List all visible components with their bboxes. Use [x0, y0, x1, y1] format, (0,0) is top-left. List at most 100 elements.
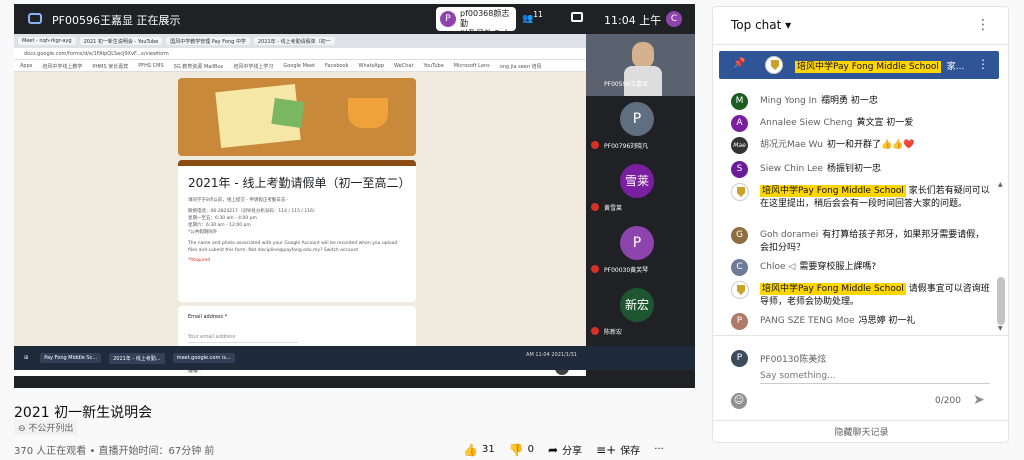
scroll-down-icon[interactable]: ▼	[998, 325, 1003, 332]
present-screen-icon	[28, 13, 42, 24]
video-actions: 👍 31 👎 0 ➦ 分享 ≡+ 保存 ···	[463, 442, 664, 458]
coffee-cup-graphic	[348, 98, 388, 128]
chat-author: Siew Chin Lee	[760, 164, 823, 174]
send-icon[interactable]: ➤	[973, 392, 985, 408]
avatar: P	[440, 11, 456, 27]
chat-message[interactable]: S Siew Chin Lee 杨振钊初一忠	[731, 161, 993, 178]
chat-text: 黄文宣 初一爱	[856, 118, 914, 128]
taskbar-tray: AM 11:04 2021/1/31	[526, 352, 577, 358]
chat-input-area: P PF00130陈美炫 ☺ 0/200 ➤ 隐藏聊天记录	[713, 335, 1008, 442]
playlist-add-icon: ≡+	[596, 442, 617, 457]
windows-start-icon: ⊞	[24, 355, 29, 361]
video-title: 2021 初一新生说明会	[14, 405, 153, 421]
browser-tab: Meet - nqh-rkgr-ayg	[18, 37, 76, 45]
more-button[interactable]: ···	[654, 444, 664, 455]
chat-message[interactable]: G Goh doramei 有打算给孩子邦牙，如果邦牙需要请假，会扣分吗？	[731, 227, 993, 255]
form-holiday-note: *公共假期除外	[188, 230, 218, 235]
bookmark: WhatsApp	[358, 63, 385, 69]
chat-icon[interactable]	[571, 12, 583, 22]
chat-text: 需要穿校服上課嗎?	[799, 262, 877, 272]
owner-author-tag: 培风中学Pay Fong Middle School	[760, 283, 906, 295]
video-player[interactable]: PF00596王嘉显 正在展示 P pf00368颜志勤 以及另外 3 人 👥1…	[14, 4, 695, 388]
form-hours-weekday: 星期一至五：6:30 am - 4:00 pm	[188, 216, 257, 221]
like-button[interactable]: 👍 31	[463, 443, 495, 457]
form-hours-saturday: 星期六：6:30 am - 12:00 pm	[188, 223, 251, 228]
chat-message[interactable]: C Chloe ◁ 需要穿校服上課嗎?	[731, 259, 993, 276]
chat-input[interactable]	[760, 368, 990, 384]
form-contact: 联络电话：06-2824217（训导处分机号码：114 / 115 / 116）	[188, 209, 318, 214]
people-icon[interactable]: 👥11	[522, 10, 543, 24]
participant-name: 陈新宏	[604, 329, 623, 336]
form-title: 2021年 - 线上考勤请假单（初一至高二）	[188, 176, 411, 190]
avatar: M	[731, 93, 748, 110]
pinned-message[interactable]: 📌 培风中学Pay Fong Middle School 家... ⋮	[719, 51, 999, 79]
emoji-icon[interactable]: ☺	[731, 393, 747, 409]
chat-text: 杨振钊初一忠	[826, 164, 881, 174]
more-vert-icon[interactable]: ⋮	[977, 57, 989, 71]
bookmark: WeChat	[394, 63, 414, 69]
form-required-note: *Required	[188, 258, 211, 263]
share-button[interactable]: ➦ 分享	[548, 442, 582, 458]
participant-tile: P PF00796刘晓凡	[586, 96, 695, 158]
participants-bubble[interactable]: P pf00368颜志勤 以及另外 3 人	[436, 7, 516, 38]
avatar: Mae	[731, 137, 748, 154]
browser-tabs: Meet - nqh-rkgr-ayg 2021 初一新生说明会 - YouTu…	[14, 34, 586, 48]
form-title-card: 2021年 - 线上考勤请假单（初一至高二） 请同学于8点以前，线上提交 - 申…	[178, 160, 416, 302]
bookmark: 培风中学线上学习	[233, 64, 274, 70]
bubble-text-1: pf00368颜志勤	[460, 9, 510, 28]
hide-chat-button[interactable]: 隐藏聊天记录	[713, 420, 1008, 442]
save-button[interactable]: ≡+ 保存	[596, 442, 640, 458]
presenter-video: PF00596王嘉显	[586, 34, 695, 96]
owner-author-tag: 培风中学Pay Fong Middle School	[795, 61, 941, 73]
chat-text: 禤明勇 初一忠	[821, 96, 878, 106]
pin-icon: 📌	[733, 58, 746, 69]
chevron-down-icon: ▾	[785, 18, 792, 32]
school-crest-icon	[731, 183, 749, 201]
chat-scrollbar[interactable]	[997, 277, 1005, 325]
live-chat-panel: Top chat ▾ ⋮ 📌 培风中学Pay Fong Middle Schoo…	[712, 6, 1009, 443]
unlisted-badge: ⊖ 不公开列出	[14, 420, 78, 435]
avatar: P	[620, 102, 654, 136]
school-crest-icon	[765, 56, 783, 74]
participant-tiles: P PF00796刘晓凡 雪莱 黄雪莱 P PF00030黄芙琴 新宏 陈新宏	[586, 96, 695, 346]
address-bar: docs.google.com/forms/d/e/1FAIpQLSecJ9Xv…	[14, 48, 586, 60]
participant-name: PF00030黄芙琴	[604, 267, 649, 274]
more-vert-icon[interactable]: ⋮	[976, 17, 990, 33]
chat-text: 初一和开群了👍👍❤️	[826, 140, 915, 150]
chat-message[interactable]: 培风中学Pay Fong Middle School 家长们若有疑问可以在这里提…	[731, 183, 993, 211]
participant-tile: 新宏 陈新宏	[586, 282, 695, 344]
participant-name: 黄雪莱	[604, 205, 623, 212]
email-field: Your email address	[188, 334, 298, 343]
share-icon: ➦	[548, 442, 559, 457]
people-count: 11	[533, 10, 543, 19]
bookmark: Facebook	[325, 63, 349, 69]
presenter-label: PF00596王嘉显 正在展示	[52, 14, 181, 27]
bookmarks-bar: Apps 培风中学线上教学 PHMS 家长嘉宾 PFHS CMS SG 教育资源…	[14, 60, 586, 72]
chat-message[interactable]: A Annalee Siew Cheng 黄文宣 初一爱	[731, 115, 993, 132]
meet-top-bar: PF00596王嘉显 正在展示 P pf00368颜志勤 以及另外 3 人 👥1…	[14, 4, 695, 38]
viewer-count: 370 人正在观看 • 直播开始时间：67分钟 前	[14, 446, 215, 457]
avatar: G	[731, 227, 748, 244]
chat-text: 冯思婷 初一礼	[858, 316, 916, 326]
chat-message[interactable]: 培风中学Pay Fong Middle School 请假事宜可以咨询班导师，老…	[731, 281, 993, 309]
chat-author: 胡况元Mae Wu	[760, 140, 823, 150]
form-account-notice: The name and photo associated with your …	[188, 241, 398, 253]
scroll-up-icon[interactable]: ▲	[998, 181, 1003, 188]
dislike-button[interactable]: 👎 0	[509, 443, 534, 457]
avatar: P	[731, 350, 748, 367]
like-count: 31	[481, 444, 495, 455]
top-chat-dropdown[interactable]: Top chat ▾	[731, 18, 791, 32]
presenter-face	[632, 42, 654, 68]
chat-message[interactable]: Mae 胡况元Mae Wu 初一和开群了👍👍❤️	[731, 137, 993, 154]
chat-message[interactable]: M Ming Yong In 禤明勇 初一忠	[731, 93, 993, 110]
presenter-name: PF00596王嘉显	[604, 81, 649, 88]
chat-message[interactable]: P PANG SZE TENG Moe 冯思婷 初一礼	[731, 313, 993, 330]
form-header-image	[178, 78, 416, 156]
avatar: P	[731, 313, 748, 330]
chat-author: Goh doramei	[760, 230, 819, 240]
unlisted-label: 不公开列出	[28, 424, 74, 434]
windows-taskbar: ⊞ Pay Fong Middle Sc... 2021年 - 线上考勤... …	[14, 346, 695, 370]
char-count: 0/200	[935, 396, 961, 406]
browser-tab: 2021 初一新生说明会 - YouTube	[79, 37, 163, 45]
owner-author-tag: 培风中学Pay Fong Middle School	[760, 185, 906, 197]
